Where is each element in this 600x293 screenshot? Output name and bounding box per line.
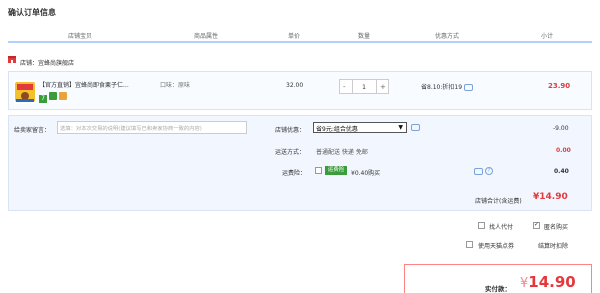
shop-icon xyxy=(8,56,16,63)
help-icon[interactable]: ? xyxy=(485,167,493,175)
insurance-badge: 运费险 xyxy=(325,166,347,175)
col-header-item: 店铺宝贝 xyxy=(68,33,93,40)
pay-value: 14.90 xyxy=(528,273,576,291)
shop-total-value: ¥14.90 xyxy=(533,192,568,202)
message-label: 给卖家留言： xyxy=(14,127,51,134)
guarantee-icon xyxy=(48,92,57,100)
anonymous-checkbox[interactable] xyxy=(533,221,540,229)
shop-name[interactable]: 店铺：宜蜂尚旗舰店 xyxy=(20,58,74,67)
service-badges: 7 xyxy=(39,92,67,103)
settle-deduct-text: 结算时扣除 xyxy=(538,243,569,250)
anonymous-label: 匿名购买 xyxy=(544,224,569,231)
shipping-method: 普通配送 快递 免邮 xyxy=(316,149,368,156)
col-header-price: 单价 xyxy=(288,33,301,40)
tmall-points-label: 使用天猫点券 xyxy=(478,243,515,250)
chat-bubble-icon[interactable] xyxy=(463,84,473,91)
pay-label: 实付款： xyxy=(485,285,511,293)
item-promo-text: 省8.10:折扣19 xyxy=(421,84,463,91)
product-name[interactable]: 【官方直销】宜蜂尚即食栗子仁... xyxy=(39,80,129,89)
insurance-price: ¥0.40购买 xyxy=(351,170,381,177)
product-attribute: 口味：原味 xyxy=(160,82,191,89)
col-header-qty: 数量 xyxy=(358,33,371,40)
shop-promo-label: 店铺优惠： xyxy=(275,127,306,134)
unit-price: 32.00 xyxy=(286,82,304,89)
insurance-label: 运费险： xyxy=(282,170,307,177)
shop-label: 店铺： xyxy=(20,60,39,67)
page-title: 确认订单信息 xyxy=(8,8,56,17)
quantity-stepper[interactable]: - 1 + xyxy=(339,79,389,94)
shop-promo-selected: 省9元:组合优惠 xyxy=(316,126,358,133)
quantity-input[interactable]: 1 xyxy=(356,84,372,91)
table-header: 店铺宝贝 商品属性 单价 数量 优惠方式 小计 xyxy=(8,27,592,43)
chat-bubble-icon[interactable] xyxy=(474,168,483,175)
item-subtotal: 23.90 xyxy=(548,82,571,90)
increase-qty-button[interactable]: + xyxy=(380,83,386,91)
shop-promo-amount: -9.00 xyxy=(553,125,569,132)
product-image[interactable] xyxy=(14,80,36,104)
decrease-qty-button[interactable]: - xyxy=(343,83,346,91)
shop-name-text[interactable]: 宜蜂尚旗舰店 xyxy=(38,60,74,67)
pay-amount: ¥14.90 xyxy=(520,273,576,291)
dropdown-arrow-icon: ▼ xyxy=(398,124,403,131)
col-header-attr: 商品属性 xyxy=(194,33,219,40)
insurance-amount: 0.40 xyxy=(554,168,569,175)
shop-total-label: 店铺合计(含运费) xyxy=(475,198,522,205)
message-input[interactable]: 选填：对本次交易的说明(建议填写已和卖家协商一致的内容) xyxy=(57,121,247,134)
shipping-label: 运送方式： xyxy=(275,149,306,156)
chat-bubble-icon[interactable] xyxy=(411,124,420,131)
proxy-pay-label: 找人代付 xyxy=(489,224,514,231)
invoice-icon xyxy=(58,92,67,100)
seven-day-return-icon: 7 xyxy=(39,95,47,103)
item-promo: 省8.10:折扣19 xyxy=(421,82,473,91)
proxy-pay-checkbox[interactable] xyxy=(478,222,485,229)
col-header-subtotal: 小计 xyxy=(541,33,554,40)
order-item-row xyxy=(8,71,592,110)
insurance-checkbox[interactable] xyxy=(315,167,322,174)
col-header-promo: 优惠方式 xyxy=(435,33,460,40)
tmall-points-checkbox[interactable] xyxy=(466,241,473,248)
shipping-amount: 0.00 xyxy=(556,147,571,154)
shop-promo-select[interactable]: 省9元:组合优惠 ▼ xyxy=(313,122,407,133)
